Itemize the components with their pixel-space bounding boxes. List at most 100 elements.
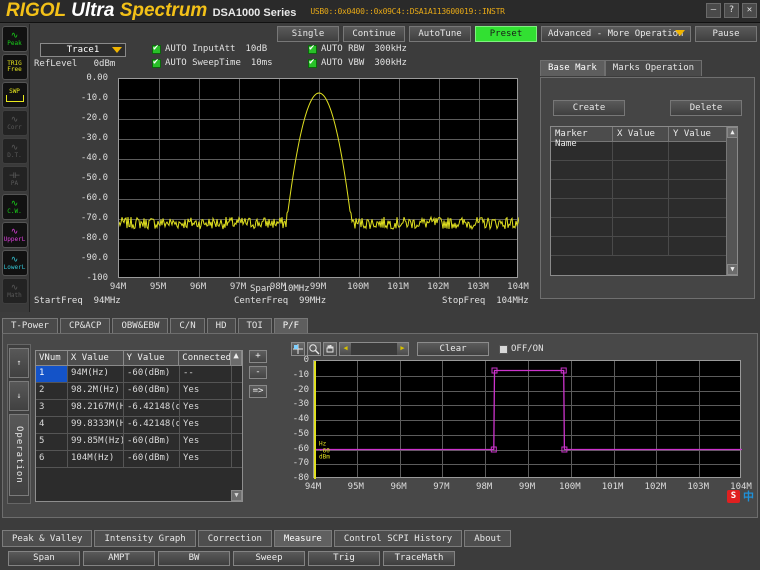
checkbox-checked-icon[interactable]: [152, 59, 161, 68]
bottom-tab-bar: Peak & Valley Intensity Graph Correction…: [2, 530, 511, 547]
clear-button[interactable]: Clear: [417, 342, 489, 356]
bw-button[interactable]: BW: [158, 551, 230, 566]
scroll-down-icon[interactable]: ▼: [727, 264, 738, 275]
limit-table-body[interactable]: 194M(Hz)-60(dBm)--298.2M(Hz)-60(dBm)Yes3…: [36, 366, 242, 468]
table-row[interactable]: 499.8333M(Hz-6.42148(dBYes: [36, 417, 242, 434]
auto-rbw-row[interactable]: AUTO RBW 300kHz: [308, 44, 407, 54]
marker-row[interactable]: [551, 218, 737, 237]
ime-tray: S 中: [727, 488, 754, 504]
preamp-icon[interactable]: ⊣⊢PA: [2, 166, 28, 192]
tab-cp-acp[interactable]: CP&ACP: [60, 318, 111, 334]
add-point-button[interactable]: +: [249, 350, 267, 363]
ime-logo-icon[interactable]: S: [727, 490, 740, 503]
single-button[interactable]: Single: [277, 26, 339, 42]
tab-about[interactable]: About: [464, 530, 511, 547]
move-down-button[interactable]: ↓: [9, 381, 29, 411]
continue-button[interactable]: Continue: [343, 26, 405, 42]
pf-onoff-toggle[interactable]: OFF/ON: [499, 344, 544, 354]
tab-measure[interactable]: Measure: [274, 530, 332, 547]
cell-x-value: 99.85M(Hz): [68, 434, 124, 450]
table-row[interactable]: 6104M(Hz)-60(dBm)Yes: [36, 451, 242, 468]
zoom-icon[interactable]: [307, 342, 321, 356]
pf-x-tick: 102M: [637, 482, 673, 492]
lower-limit-icon[interactable]: ∿LowerL: [2, 250, 28, 276]
table-row[interactable]: 194M(Hz)-60(dBm)--: [36, 366, 242, 383]
combo-right-arrow-icon[interactable]: ▶: [397, 343, 408, 355]
marker-row[interactable]: [551, 180, 737, 199]
marker-row[interactable]: [551, 142, 737, 161]
auto-inputatt-row[interactable]: AUTO InputAtt 10dB: [152, 44, 267, 54]
trig-free-icon[interactable]: TRIG Free: [2, 54, 28, 80]
scroll-up-icon[interactable]: ▲: [727, 127, 738, 138]
table-row[interactable]: 298.2M(Hz)-60(dBm)Yes: [36, 383, 242, 400]
autotune-button[interactable]: AutoTune: [409, 26, 471, 42]
tab-control-scpi-history[interactable]: Control SCPI History: [334, 530, 462, 547]
ime-language-icon[interactable]: 中: [743, 488, 754, 504]
advanced-more-operation-dropdown[interactable]: Advanced - More Operation: [541, 26, 691, 42]
apply-button[interactable]: =>: [249, 385, 267, 398]
tab-intensity-graph[interactable]: Intensity Graph: [94, 530, 195, 547]
tab-correction[interactable]: Correction: [198, 530, 272, 547]
create-marker-button[interactable]: Create: [553, 100, 625, 116]
pause-button[interactable]: Pause: [695, 26, 757, 42]
checkbox-checked-icon[interactable]: [308, 45, 317, 54]
scroll-up-icon[interactable]: ▲: [231, 351, 242, 365]
cell-y-value: -60(dBm): [124, 383, 180, 399]
tab-base-mark[interactable]: Base Mark: [540, 60, 605, 76]
cell-x-value: 98.2167M(Hz: [68, 400, 124, 416]
trace-select-dropdown[interactable]: Trace1: [40, 43, 126, 57]
upper-limit-icon[interactable]: ∿UpperL: [2, 222, 28, 248]
table-row[interactable]: 599.85M(Hz)-60(dBm)Yes: [36, 434, 242, 451]
table-row[interactable]: 398.2167M(Hz-6.42148(dBYes: [36, 400, 242, 417]
spectrum-chart[interactable]: 0.00-10.0-20.0-30.0-40.0-50.0-60.0-70.0-…: [34, 70, 534, 312]
checkbox-unchecked-icon[interactable]: [499, 345, 508, 354]
help-icon[interactable]: ?: [724, 3, 739, 18]
ampt-button[interactable]: AMPT: [83, 551, 155, 566]
close-icon[interactable]: ✕: [742, 3, 757, 18]
tab-peak-and-valley[interactable]: Peak & Valley: [2, 530, 92, 547]
tracemath-button[interactable]: TraceMath: [383, 551, 455, 566]
trig-button[interactable]: Trig: [308, 551, 380, 566]
delete-marker-button[interactable]: Delete: [670, 100, 742, 116]
sweep-icon[interactable]: SWP: [2, 82, 28, 108]
span-button[interactable]: Span: [8, 551, 80, 566]
auto-sweeptime-row[interactable]: AUTO SweepTime 10ms: [152, 58, 273, 68]
marker-row[interactable]: [551, 161, 737, 180]
pass-fail-chart[interactable]: 0-10-20-30-40-50-60-70-80 Hz-60dBm 94M95…: [291, 360, 741, 495]
sweep-button[interactable]: Sweep: [233, 551, 305, 566]
pf-plot-area[interactable]: Hz-60dBm: [313, 360, 741, 478]
cw-icon[interactable]: ∿C.W.: [2, 194, 28, 220]
remove-point-button[interactable]: -: [249, 366, 267, 379]
checkbox-checked-icon[interactable]: [308, 59, 317, 68]
math-icon[interactable]: ∿Math: [2, 278, 28, 304]
marker-row[interactable]: [551, 199, 737, 218]
reflevel-value: 0dBm: [94, 59, 116, 69]
marker-panel-body: Create Delete Marker Name X Value Y Valu…: [540, 77, 755, 299]
correction-icon[interactable]: ∿Corr: [2, 110, 28, 136]
checkbox-checked-icon[interactable]: [152, 45, 161, 54]
pf-select-combo[interactable]: ◀ ▶: [339, 342, 409, 356]
minimize-icon[interactable]: —: [706, 3, 721, 18]
move-up-button[interactable]: ↑: [9, 348, 29, 378]
marker-table[interactable]: Marker Name X Value Y Value ▲: [550, 126, 738, 276]
auto-vbw-row[interactable]: AUTO VBW 300kHz: [308, 58, 407, 68]
tab-hd[interactable]: HD: [207, 318, 236, 334]
combo-left-arrow-icon[interactable]: ◀: [340, 343, 351, 355]
tab-p-f[interactable]: P/F: [274, 318, 308, 334]
scroll-down-icon[interactable]: ▼: [231, 490, 242, 501]
tab-c-n[interactable]: C/N: [170, 318, 204, 334]
peak-icon[interactable]: ∿Peak: [2, 26, 28, 52]
preset-button[interactable]: Preset: [475, 26, 537, 42]
pan-hand-icon[interactable]: [323, 342, 337, 356]
marker-row[interactable]: [551, 237, 737, 256]
tab-t-power[interactable]: T-Power: [2, 318, 58, 334]
tab-obw-ebw[interactable]: OBW&EBW: [112, 318, 168, 334]
spectrum-plot-area[interactable]: [118, 78, 518, 278]
tab-marks-operation[interactable]: Marks Operation: [605, 60, 702, 76]
crosshair-icon[interactable]: [291, 342, 305, 356]
corr-label: Corr: [7, 125, 21, 131]
detector-type-icon[interactable]: ∿D.T.: [2, 138, 28, 164]
tab-toi[interactable]: TOI: [238, 318, 272, 334]
limit-point-table[interactable]: VNum X Value Y Value Connected ▲ 194M(Hz…: [35, 350, 243, 502]
marker-table-scrollbar[interactable]: ▲ ▼: [726, 127, 737, 275]
